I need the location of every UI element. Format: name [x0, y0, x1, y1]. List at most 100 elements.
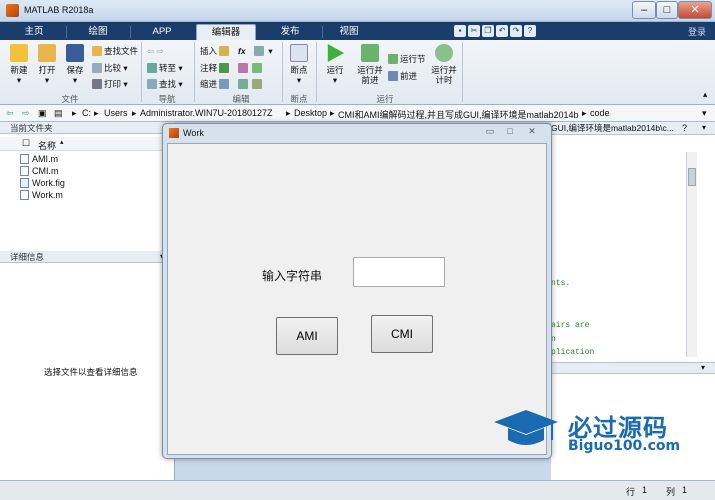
insert-section-icon: [219, 46, 230, 56]
browse-folder-icon[interactable]: ▤: [54, 108, 63, 119]
cmi-button[interactable]: CMI: [371, 315, 433, 353]
col-value: 1: [682, 485, 688, 495]
run-and-time-icon: [435, 44, 453, 62]
breakpoints-button[interactable]: 断点 ▾: [284, 44, 314, 85]
tab-editor[interactable]: 编辑器: [196, 24, 256, 40]
login-link[interactable]: 登录: [688, 25, 706, 38]
editor-help-icon[interactable]: ?: [682, 123, 687, 133]
tab-publish[interactable]: 发布: [262, 24, 318, 40]
compare-button[interactable]: 比较 ▾: [92, 62, 128, 75]
run-and-advance-button[interactable]: 运行并前进: [354, 44, 386, 85]
run-button[interactable]: 运行 ▾: [320, 44, 350, 85]
code-line: airs are: [551, 321, 590, 330]
sort-ascending-icon: ▴: [60, 139, 64, 146]
ribbon-toolstrip: 新建 ▾ 打开 ▾ 保存 ▾ 查找文件 比较 ▾ 打印 ▾ 文件 ⇦ ⇨ 转至 ▾ 查…: [0, 40, 715, 105]
run-section-button[interactable]: 运行节: [388, 53, 426, 66]
redo-icon[interactable]: ↷: [510, 25, 522, 37]
new-button[interactable]: 新建 ▾: [4, 44, 34, 85]
open-button[interactable]: 打开 ▾: [32, 44, 62, 85]
insert-function-icon[interactable]: ▾: [254, 45, 273, 58]
maximize-button[interactable]: □: [656, 1, 678, 19]
copy-icon[interactable]: ❐: [482, 25, 494, 37]
command-window-options-icon[interactable]: ▾: [701, 363, 705, 372]
save-quick-icon[interactable]: ▪: [454, 25, 466, 37]
m-file-icon: [20, 190, 29, 200]
editor-header: GUI,编译环境是matlab2014b\c...: [551, 122, 715, 135]
fx-button[interactable]: fx: [238, 45, 246, 58]
tab-apps[interactable]: APP: [134, 24, 190, 40]
file-item-work-m[interactable]: Work.m: [20, 190, 63, 202]
figure-close-button[interactable]: ✕: [523, 126, 541, 138]
advance-button[interactable]: 前进: [388, 70, 417, 83]
address-chevron-icon: ▸: [72, 108, 77, 118]
editor-options-icon[interactable]: ▾: [702, 123, 706, 132]
scrollbar-thumb[interactable]: [688, 168, 696, 186]
row-value: 1: [642, 485, 648, 495]
code-line: nts.: [551, 279, 571, 288]
wrap-comment-icon: [238, 63, 248, 73]
col-label: 列: [666, 487, 676, 497]
input-string-field[interactable]: [353, 257, 445, 287]
goto-button[interactable]: 转至 ▾: [147, 62, 183, 75]
address-part-code[interactable]: code: [590, 108, 610, 118]
tab-plots[interactable]: 绘图: [70, 24, 126, 40]
find-files-icon: [92, 46, 102, 56]
run-icon: [327, 44, 344, 62]
cut-icon[interactable]: ✂: [468, 25, 480, 37]
forward-arrow-icon[interactable]: ⇨: [22, 108, 30, 119]
address-part-project[interactable]: CMI和AMI编解码过程,并且写成GUI,编译环境是matlab2014b: [338, 108, 580, 121]
tab-home[interactable]: 主页: [6, 24, 62, 40]
back-forward-nav[interactable]: ⇦ ⇨: [147, 45, 164, 58]
group-label-run: 运行: [376, 94, 394, 104]
back-arrow-icon[interactable]: ⇦: [6, 108, 14, 119]
matlab-logo-icon: [6, 4, 19, 17]
collapse-ribbon-icon[interactable]: ▴: [703, 88, 707, 101]
run-and-time-button[interactable]: 运行并计时: [428, 44, 460, 85]
find-icon: [147, 79, 157, 89]
folder-open-icon: [38, 44, 56, 62]
printer-icon: [92, 79, 102, 89]
smart-indent-icon: [219, 79, 230, 89]
find-button[interactable]: 查找 ▾: [147, 78, 183, 91]
undo-icon[interactable]: ↶: [496, 25, 508, 37]
address-part-user[interactable]: Administrator.WIN7U-20180127Z: [140, 108, 273, 118]
comment-tools[interactable]: [238, 62, 264, 75]
comment-button[interactable]: 注释: [200, 62, 231, 75]
address-part-users[interactable]: Users: [104, 108, 128, 118]
fig-file-icon: [20, 178, 29, 188]
command-window-header: ▾: [551, 362, 715, 374]
indent-button[interactable]: 缩进: [200, 78, 231, 91]
close-button[interactable]: ✕: [678, 1, 712, 19]
breakpoint-icon: [290, 44, 308, 62]
file-item-ami[interactable]: AMI.m: [20, 154, 58, 166]
minimize-button[interactable]: –: [632, 1, 656, 19]
editor-scrollbar[interactable]: [686, 152, 697, 357]
tab-view[interactable]: 视图: [326, 24, 372, 40]
figure-window-icon: [169, 128, 179, 138]
save-button[interactable]: 保存 ▾: [60, 44, 90, 85]
insert-button[interactable]: 插入: [200, 45, 231, 58]
figure-minimize-button[interactable]: ▭: [481, 126, 499, 138]
file-item-work-fig[interactable]: Work.fig: [20, 178, 65, 190]
goto-icon: [147, 63, 157, 73]
window-title: MATLAB R2018a: [24, 5, 94, 15]
input-string-label: 输入字符串: [262, 269, 323, 283]
file-list-column-header[interactable]: ☐ 名称 ▴: [0, 137, 175, 151]
ami-button[interactable]: AMI: [276, 317, 338, 355]
comment-percent-icon: [219, 63, 230, 73]
group-label-edit: 编辑: [232, 94, 250, 104]
up-folder-icon[interactable]: ▣: [38, 108, 47, 119]
details-header: 详细信息: [0, 251, 175, 263]
current-folder-header: 当前文件夹: [0, 122, 175, 134]
print-button[interactable]: 打印 ▾: [92, 78, 128, 91]
compare-icon: [92, 63, 102, 73]
indent-tools[interactable]: [238, 78, 264, 91]
figure-maximize-button[interactable]: □: [501, 126, 519, 138]
file-item-cmi[interactable]: CMI.m: [20, 166, 59, 178]
decrease-indent-icon: [252, 79, 263, 89]
address-part-desktop[interactable]: Desktop: [294, 108, 327, 118]
address-dropdown-icon[interactable]: ▾: [702, 108, 707, 119]
help-icon[interactable]: ?: [524, 25, 536, 37]
address-part-drive[interactable]: C:: [82, 108, 91, 118]
find-files-button[interactable]: 查找文件: [92, 45, 138, 58]
